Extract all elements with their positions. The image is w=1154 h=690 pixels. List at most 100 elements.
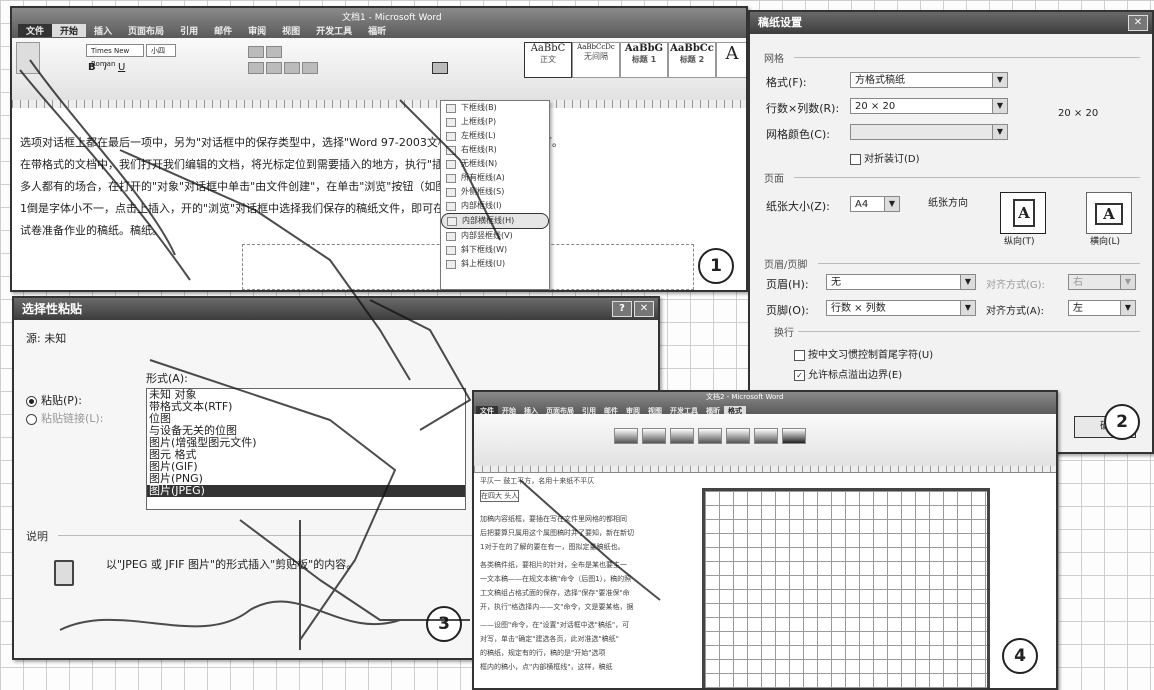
bullets-button[interactable] xyxy=(248,46,264,58)
landscape-page-icon: A xyxy=(1095,203,1123,225)
menu-item-inside-vertical-border[interactable]: 内部竖框线(V) xyxy=(441,229,549,243)
word-title: 文档1 - Microsoft Word xyxy=(342,13,442,23)
picture-style-button[interactable] xyxy=(614,428,638,444)
tab-file[interactable]: 文件 xyxy=(18,24,53,37)
step-badge-2: 2 xyxy=(1104,404,1140,440)
menu-item-inside-borders[interactable]: 内部框线(I) xyxy=(441,199,549,213)
menu-item-diagonal-down-border[interactable]: 斜下框线(W) xyxy=(441,243,549,257)
word-titlebar: 文档1 - Microsoft Word 文件 开始 插入 页面布局 引用 邮件 审阅 视图开… xyxy=(12,8,746,38)
menu-item-inside-horizontal-border[interactable]: 内部横框线(H) xyxy=(441,213,549,229)
style-no-spacing[interactable]: AaBbCcDc 无间隔 xyxy=(572,42,620,78)
picture-style-button[interactable] xyxy=(670,428,694,444)
tab-foxit[interactable]: 福昕 xyxy=(360,24,394,37)
format-item-selected[interactable]: 图片(JPEG) xyxy=(147,485,465,497)
chevron-down-icon: ▼ xyxy=(884,197,899,211)
align-center-button[interactable] xyxy=(266,62,282,74)
paste-button[interactable] xyxy=(16,42,40,74)
tab-review[interactable]: 审阅 xyxy=(240,24,274,37)
close-icon[interactable]: ✕ xyxy=(1128,15,1148,31)
format-list[interactable]: 未知 对象 带格式文本(RTF) 位图 与设备无关的位图 图片(增强型图元文件)… xyxy=(146,388,466,510)
style-heading2[interactable]: AaBbCc 标题 2 xyxy=(668,42,716,78)
footer-label: 页脚(O): xyxy=(766,304,809,317)
wrap-option2-checkbox[interactable]: ✓ 允许标点溢出边界(E) xyxy=(794,366,902,381)
footer-align-select[interactable]: 左 ▼ xyxy=(1068,300,1136,316)
fold-checkbox[interactable]: 对折装订(D) xyxy=(850,150,920,165)
format-item[interactable]: 带格式文本(RTF) xyxy=(147,401,465,413)
wrap-option1-label: 按中文习惯控制首尾字符(U) xyxy=(808,350,934,361)
landscape-label: 横向(L) xyxy=(1090,237,1121,247)
doc-line: 框内的稿小，点"内部横框线"，这样，稿纸 xyxy=(480,663,613,671)
picture-style-button[interactable] xyxy=(782,428,806,444)
paper-setup-dialog: 稿纸设置 ✕ 网格 格式(F): 方格式稿纸 ▼ 行数×列数(R): 20 × 2… xyxy=(748,10,1154,454)
style-normal-name: 正文 xyxy=(540,55,556,64)
wrap-option1-checkbox[interactable]: 按中文习惯控制首尾字符(U) xyxy=(794,346,933,361)
numbering-button[interactable] xyxy=(266,46,282,58)
format-select[interactable]: 方格式稿纸 ▼ xyxy=(850,72,1008,88)
paste-link-radio[interactable]: 粘贴链接(L): xyxy=(26,410,103,426)
picture-style-button[interactable] xyxy=(642,428,666,444)
picture-style-button[interactable] xyxy=(754,428,778,444)
style-title[interactable]: A xyxy=(716,42,746,78)
tab-layout[interactable]: 页面布局 xyxy=(120,24,172,37)
word2-document-text[interactable]: 平仄一 鼓工平方，名用十来纸不平仄 在四大 头人 加稿内容纸框，要插在写在文件里… xyxy=(474,472,696,688)
borders-button[interactable] xyxy=(432,62,448,74)
grid-paper-image[interactable] xyxy=(702,488,990,688)
word2-title: 文档2 - Microsoft Word xyxy=(706,393,784,401)
divider xyxy=(58,535,478,536)
portrait-page-icon: A xyxy=(1013,199,1035,227)
format-value: 方格式稿纸 xyxy=(855,75,905,86)
tab-mailings[interactable]: 邮件 xyxy=(206,24,240,37)
menu-item-no-border[interactable]: 无框线(N) xyxy=(441,157,549,171)
doc-line: 对写，单击"确定"建选各页，此对准选"稿纸" xyxy=(480,635,619,643)
tab-view[interactable]: 视图 xyxy=(274,24,308,37)
picture-style-button[interactable] xyxy=(698,428,722,444)
chevron-down-icon: ▼ xyxy=(992,99,1007,113)
picture-style-button[interactable] xyxy=(726,428,750,444)
landscape-button[interactable]: A xyxy=(1086,192,1132,234)
menu-item-right-border[interactable]: 右框线(R) xyxy=(441,143,549,157)
tab-home[interactable]: 开始 xyxy=(52,24,87,37)
style-heading1[interactable]: AaBbG 标题 1 xyxy=(620,42,668,78)
header-select[interactable]: 无 ▼ xyxy=(826,274,976,290)
menu-item-all-borders[interactable]: 所有框线(A) xyxy=(441,171,549,185)
doc-line: 开，执行"格选择内——文"命令，文是要某格，据 xyxy=(480,603,634,611)
justify-button[interactable] xyxy=(302,62,318,74)
underline-button[interactable]: U xyxy=(118,62,125,73)
bold-button[interactable]: B xyxy=(88,62,96,73)
menu-item-top-border[interactable]: 上框线(P) xyxy=(441,115,549,129)
description-text: 以"JPEG 或 JFIF 图片"的形式插入"剪贴板"的内容。 xyxy=(106,558,358,571)
help-icon[interactable]: ? xyxy=(612,301,632,317)
italic-button[interactable]: I xyxy=(104,62,107,73)
menu-item-diagonal-up-border[interactable]: 斜上框线(U) xyxy=(441,257,549,271)
tab-references[interactable]: 引用 xyxy=(172,24,206,37)
footer-select[interactable]: 行数 × 列数 ▼ xyxy=(826,300,976,316)
align-right-button[interactable] xyxy=(284,62,300,74)
section-wrap: 换行 xyxy=(774,328,794,339)
menu-item-outside-borders[interactable]: 外侧框线(S) xyxy=(441,185,549,199)
close-icon[interactable]: ✕ xyxy=(634,301,654,317)
paste-radio[interactable]: 粘贴(P): xyxy=(26,392,82,408)
style-normal[interactable]: AaBbC 正文 xyxy=(524,42,572,78)
tab-insert[interactable]: 插入 xyxy=(86,24,120,37)
font-name-select[interactable]: Times New Roman xyxy=(86,44,144,68)
style-no-spacing-sample: AaBbCcDc xyxy=(577,43,615,51)
paper-size-select[interactable]: A4 ▼ xyxy=(850,196,900,212)
style-normal-sample: AaBbC xyxy=(530,43,566,54)
grid-color-select[interactable]: ▼ xyxy=(850,124,1008,140)
word2-titlebar: 文档2 - Microsoft Word 文件 开始 插入 页面布局 引用 邮件 审阅 视图开… xyxy=(474,392,1056,416)
align-left-button[interactable] xyxy=(248,62,264,74)
word-window-1: 文档1 - Microsoft Word 文件 开始 插入 页面布局 引用 邮件 审阅 视图开… xyxy=(10,6,748,292)
document-body[interactable]: 选项对话框上都在最后一项中，另为"对话框中的保存类型中，选择"Word 97-2… xyxy=(12,108,746,290)
source-value: 未知 xyxy=(44,332,67,345)
portrait-button[interactable]: A xyxy=(1000,192,1046,234)
font-size-select[interactable]: 小四 xyxy=(146,44,176,57)
doc-line: 的稿纸，规定有的行，稿的是"开始"选项 xyxy=(480,649,606,657)
portrait-label: 纵向(T) xyxy=(1004,237,1035,247)
header-align-select[interactable]: 右 ▼ xyxy=(1068,274,1136,290)
menu-item-left-border[interactable]: 左框线(L) xyxy=(441,129,549,143)
tab-developer[interactable]: 开发工具 xyxy=(308,24,360,37)
rowcol-select[interactable]: 20 × 20 ▼ xyxy=(850,98,1008,114)
as-label: 形式(A): xyxy=(146,372,188,385)
menu-item-bottom-border[interactable]: 下框线(B) xyxy=(441,101,549,115)
doc-line: ——设图"命令，在"设置"对话框中选"稿纸"，可 xyxy=(480,621,630,629)
